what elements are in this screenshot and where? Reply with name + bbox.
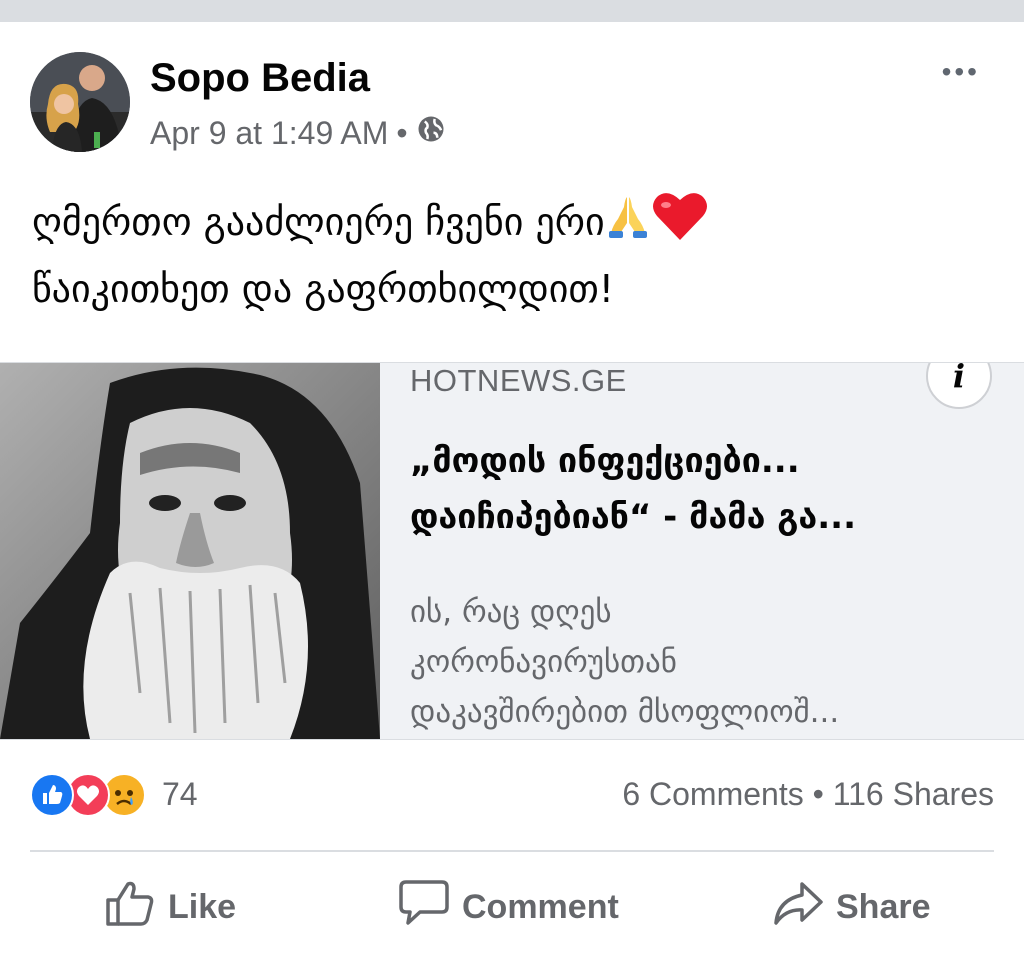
comment-label: Comment [462,887,619,926]
share-label: Share [836,887,931,926]
link-headline[interactable]: „მოდის ინფექციები... დაიჩიპებიან“ - მამა… [410,433,1000,545]
avatar[interactable] [30,52,130,152]
post-header: Sopo Bedia Apr 9 at 1:49 AM • ••• [0,22,1024,172]
link-description: ის, რაც დღეს კორონავირუსთან დაკავშირებით… [410,594,840,730]
shares-count[interactable]: 116 Shares [833,776,994,812]
link-info[interactable]: HOTNEWS.GE i „მოდის ინფექციები... დაიჩიპ… [410,363,1004,739]
more-options-button[interactable]: ••• [942,56,980,88]
like-reaction-icon [30,773,74,817]
stats-separator: • [812,776,824,812]
thumbs-up-icon [104,878,156,937]
post-meta: Apr 9 at 1:49 AM • [150,114,446,152]
post-text-line2: წაიკითხეთ და გაფრთხილდით! [32,267,615,311]
comment-button[interactable]: Comment [398,879,619,932]
share-button[interactable]: Share [772,881,931,932]
reaction-icons[interactable] [30,772,146,818]
post-text: ღმერთო გააძლიერე ჩვენი ერი წაიკითხეთ და … [32,190,992,319]
folded-hands-icon [605,193,651,256]
reaction-count[interactable]: 74 [162,776,198,813]
top-strip [0,0,1024,22]
link-domain: HOTNEWS.GE [410,363,627,398]
like-button[interactable]: Like [104,881,237,932]
engagement-stats: 6 Comments • 116 Shares [622,776,994,813]
action-bar: Like Comment Share [0,852,1024,956]
comment-bubble-icon [398,878,450,937]
comments-count[interactable]: 6 Comments [622,776,803,812]
like-label: Like [168,887,237,926]
globe-icon [416,114,446,152]
post-text-line1: ღმერთო გააძლიერე ჩვენი ერი [32,200,605,244]
share-arrow-icon [772,878,824,937]
reactions-row: 74 6 Comments • 116 Shares [30,772,994,822]
author-name[interactable]: Sopo Bedia [150,56,370,101]
link-preview-card[interactable]: HOTNEWS.GE i „მოდის ინფექციები... დაიჩიპ… [0,362,1024,740]
red-heart-icon [651,190,709,259]
link-thumbnail[interactable] [0,363,380,739]
info-button[interactable]: i [926,363,992,409]
meta-separator: • [396,114,408,151]
post-timestamp[interactable]: Apr 9 at 1:49 AM [150,115,388,152]
